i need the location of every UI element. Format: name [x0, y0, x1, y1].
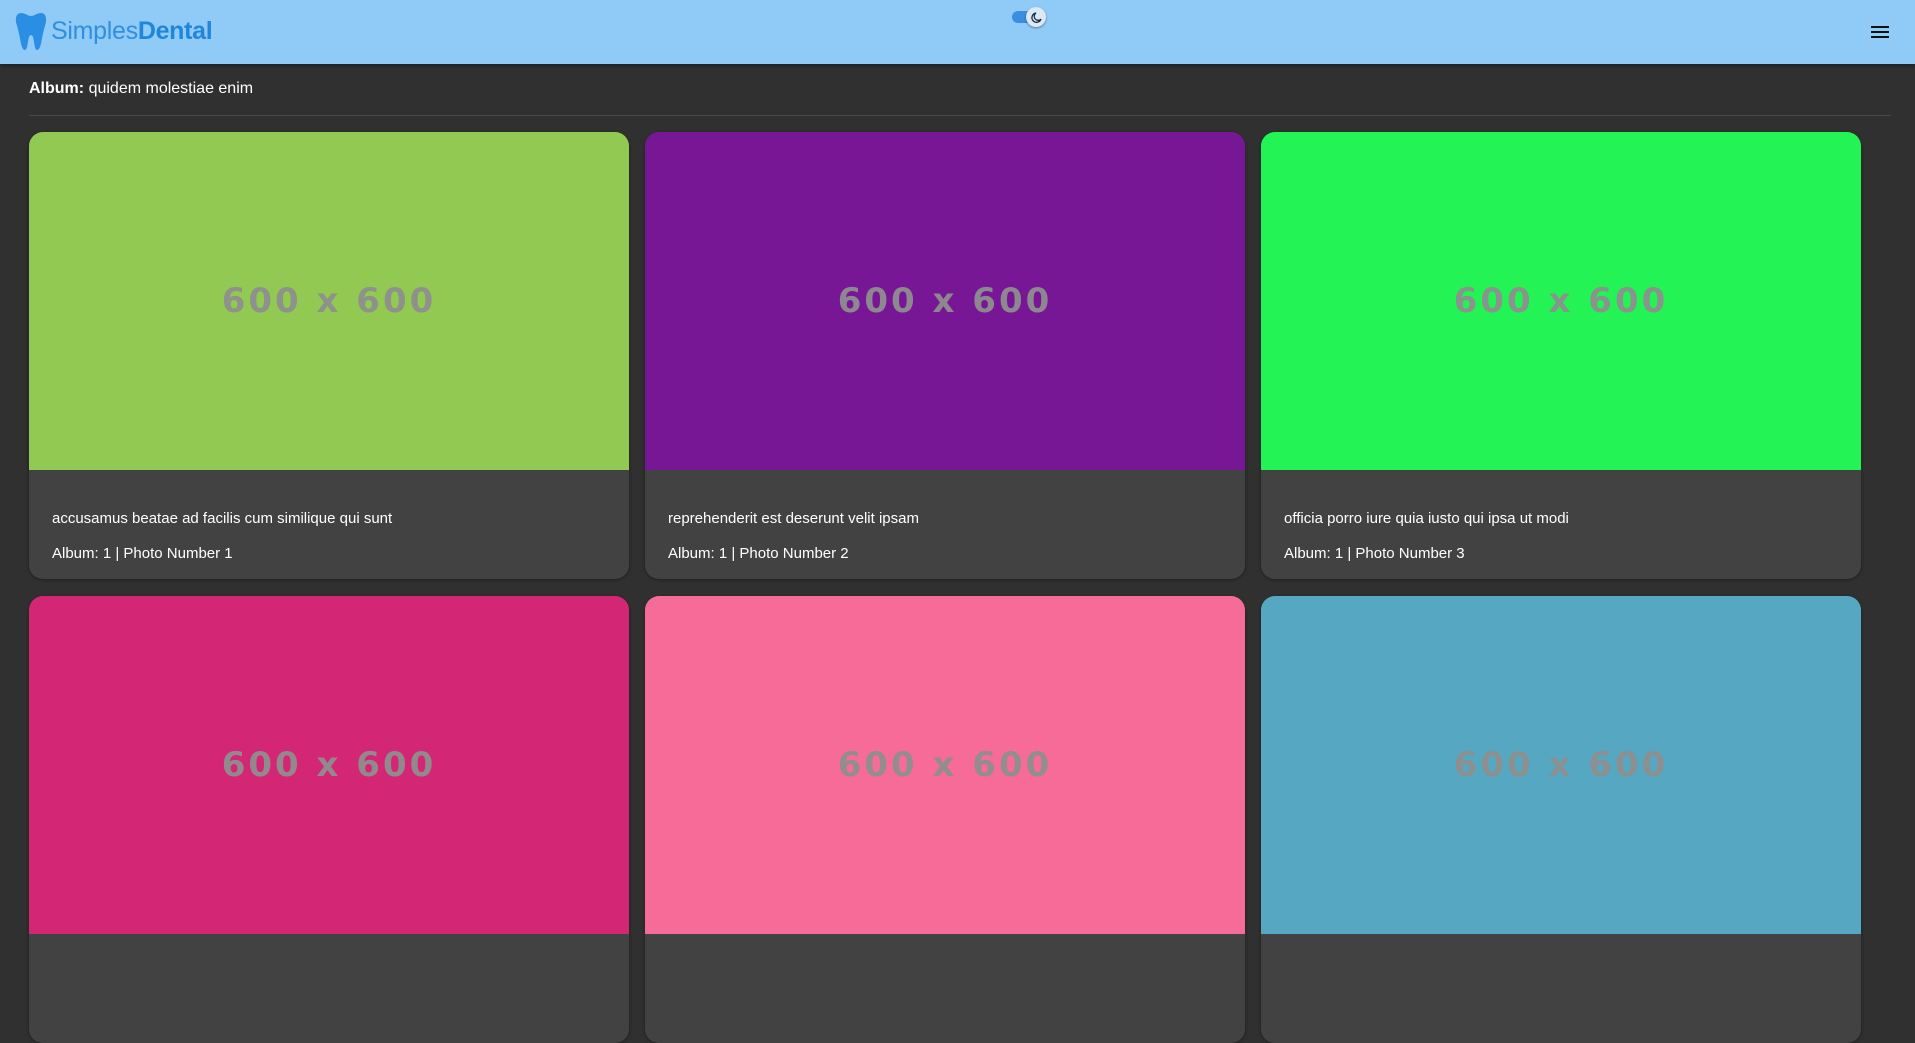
photo-placeholder-text: 600 x 600 — [1453, 281, 1669, 321]
photo-card-body: accusamus beatae ad facilis cum similiqu… — [29, 470, 629, 563]
photo-thumbnail: 600 x 600 — [29, 596, 629, 934]
photo-card-body: officia porro iure quia iusto qui ipsa u… — [1261, 470, 1861, 563]
hamburger-menu-icon-bar — [1871, 36, 1889, 38]
photo-thumbnail: 600 x 600 — [29, 132, 629, 470]
moon-icon — [1030, 12, 1041, 23]
photo-title: officia porro iure quia iusto qui ipsa u… — [1284, 510, 1569, 527]
photo-placeholder-text: 600 x 600 — [837, 281, 1053, 321]
photo-card[interactable]: 600 x 600 — [645, 596, 1245, 1043]
photo-card-body: reprehenderit est deserunt velit ipsam A… — [645, 470, 1245, 563]
photo-card[interactable]: 600 x 600 officia porro iure quia iusto … — [1261, 132, 1861, 579]
photo-card[interactable]: 600 x 600 — [29, 596, 629, 1043]
photo-card-body — [1261, 934, 1861, 974]
photo-placeholder-text: 600 x 600 — [1453, 745, 1669, 785]
brand-logo[interactable]: SimplesDental — [15, 10, 213, 52]
theme-toggle-knob — [1026, 7, 1046, 27]
hamburger-menu-button[interactable] — [1866, 20, 1894, 44]
photo-placeholder-text: 600 x 600 — [221, 281, 437, 321]
photo-placeholder-text: 600 x 600 — [221, 745, 437, 785]
brand-name: SimplesDental — [51, 16, 213, 45]
photo-thumbnail: 600 x 600 — [1261, 132, 1861, 470]
photo-card[interactable]: 600 x 600 accusamus beatae ad facilis cu… — [29, 132, 629, 579]
photo-meta: Album: 1 | Photo Number 1 — [52, 545, 233, 562]
photo-meta: Album: 1 | Photo Number 2 — [668, 545, 849, 562]
photo-title: accusamus beatae ad facilis cum similiqu… — [52, 510, 393, 527]
app-bar: SimplesDental — [0, 0, 1915, 64]
photo-title: reprehenderit est deserunt velit ipsam — [668, 510, 919, 527]
theme-toggle[interactable] — [1012, 7, 1048, 27]
photo-placeholder-text: 600 x 600 — [837, 745, 1053, 785]
album-title-label: Album: — [29, 80, 85, 97]
divider — [29, 115, 1891, 116]
hamburger-menu-icon — [1871, 26, 1889, 28]
photo-thumbnail: 600 x 600 — [645, 132, 1245, 470]
photo-card[interactable]: 600 x 600 reprehenderit est deserunt vel… — [645, 132, 1245, 579]
photo-thumbnail: 600 x 600 — [1261, 596, 1861, 934]
tooth-icon — [15, 13, 47, 50]
photo-card-body — [645, 934, 1245, 974]
hamburger-menu-icon-bar — [1871, 31, 1889, 33]
brand-name-light: Simples — [51, 16, 138, 45]
photo-card[interactable]: 600 x 600 — [1261, 596, 1861, 1043]
photo-card-body — [29, 934, 629, 974]
photo-meta: Album: 1 | Photo Number 3 — [1284, 545, 1465, 562]
photo-grid: 600 x 600 accusamus beatae ad facilis cu… — [29, 132, 1861, 1043]
album-title-value: quidem molestiae enim — [88, 80, 254, 97]
brand-name-bold: Dental — [137, 16, 213, 45]
album-title: Album: quidem molestiae enim — [29, 80, 253, 98]
photo-thumbnail: 600 x 600 — [645, 596, 1245, 934]
